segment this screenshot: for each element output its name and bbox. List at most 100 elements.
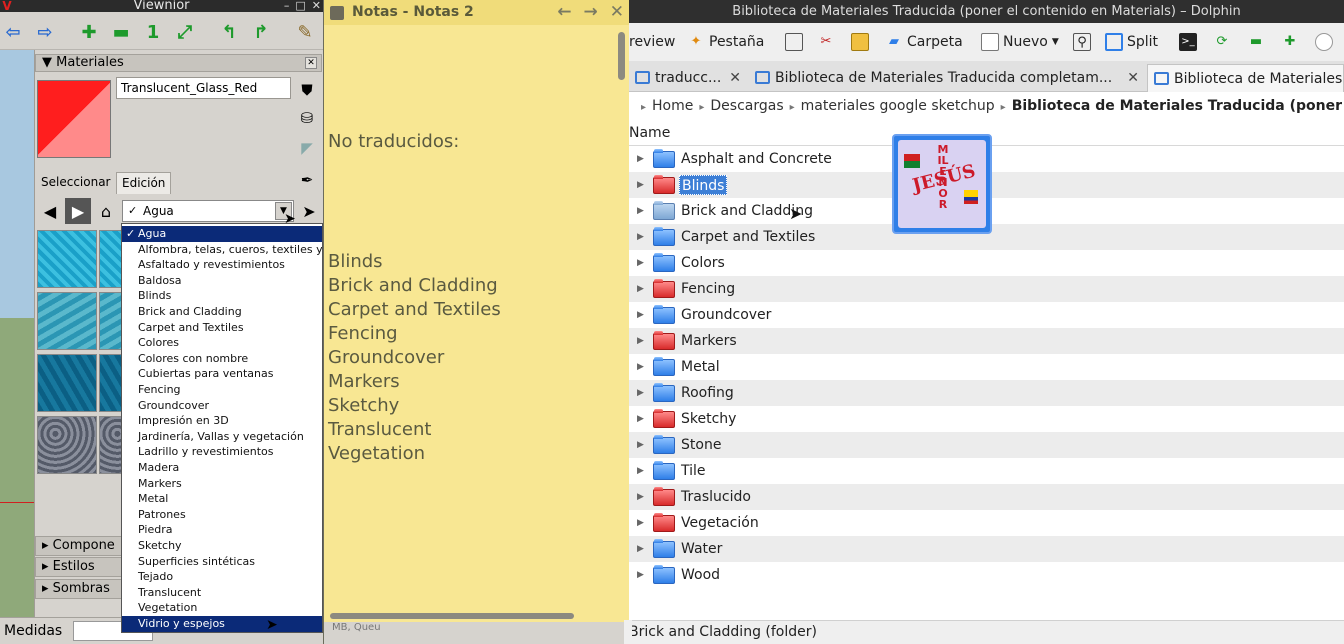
- previous-note-icon[interactable]: ←: [557, 0, 571, 25]
- actual-size-icon[interactable]: 1: [142, 21, 164, 43]
- close-tab-icon[interactable]: ✕: [1127, 64, 1139, 92]
- file-row[interactable]: ▶ Groundcover: [629, 302, 1344, 328]
- expand-arrow-icon[interactable]: ▶: [637, 198, 644, 224]
- file-row[interactable]: ▶ Tile: [629, 458, 1344, 484]
- expand-arrow-icon[interactable]: ▶: [637, 224, 644, 250]
- file-row[interactable]: ▶ Wood: [629, 562, 1344, 588]
- paint-bucket-icon[interactable]: ⛁: [295, 106, 319, 130]
- dropdown-item[interactable]: Colores: [122, 335, 322, 351]
- material-swatch[interactable]: [37, 80, 111, 158]
- tab-select[interactable]: Seleccionar: [36, 172, 115, 194]
- refresh-button[interactable]: ⟳: [1213, 31, 1231, 53]
- expand-arrow-icon[interactable]: ▶: [637, 172, 644, 198]
- dropdown-item[interactable]: Patrones: [122, 507, 322, 523]
- breadcrumb-item[interactable]: Home: [652, 98, 693, 114]
- dropdown-item[interactable]: Groundcover: [122, 398, 322, 414]
- file-row[interactable]: ▶ Colors: [629, 250, 1344, 276]
- expand-arrow-icon[interactable]: ▶: [637, 276, 644, 302]
- expand-arrow-icon[interactable]: ▶: [637, 406, 644, 432]
- expand-arrow-icon[interactable]: ▶: [637, 484, 644, 510]
- dropdown-item[interactable]: Blinds: [122, 288, 322, 304]
- edit-pencil-icon[interactable]: ✎: [294, 21, 316, 43]
- forward-arrow-icon[interactable]: ⇨: [34, 21, 56, 43]
- split-button[interactable]: Split: [1105, 31, 1158, 53]
- dropdown-item[interactable]: Vegetation: [122, 600, 322, 616]
- dropdown-item[interactable]: Superficies sintéticas: [122, 554, 322, 570]
- material-thumbnail[interactable]: [37, 354, 97, 412]
- expand-arrow-icon[interactable]: ▶: [637, 328, 644, 354]
- expand-arrow-icon[interactable]: ▶: [637, 432, 644, 458]
- file-row[interactable]: ▶ Vegetación: [629, 510, 1344, 536]
- dropdown-item[interactable]: Alfombra, telas, cueros, textiles y: [122, 242, 322, 258]
- tab-edit[interactable]: Edición: [116, 172, 172, 194]
- dropdown-item[interactable]: Metal: [122, 491, 322, 507]
- dropdown-item[interactable]: Madera: [122, 460, 322, 476]
- zoom-in-button[interactable]: ✚: [1281, 31, 1299, 53]
- tab-biblioteca-completa[interactable]: Biblioteca de Materiales Traducida compl…: [749, 64, 1145, 92]
- dropdown-item[interactable]: Jardinería, Vallas y vegetación: [122, 429, 322, 445]
- dropdown-item[interactable]: Asfaltado y revestimientos: [122, 257, 322, 273]
- new-folder-button[interactable]: ▰ Carpeta: [885, 31, 963, 53]
- dropdown-item[interactable]: Fencing: [122, 382, 322, 398]
- material-thumbnail[interactable]: [37, 292, 97, 350]
- dropdown-item[interactable]: Vidrio y espejos: [122, 616, 322, 632]
- new-menu-button[interactable]: Nuevo ▼: [981, 31, 1059, 53]
- preview-button[interactable]: review: [629, 31, 675, 53]
- fit-window-icon[interactable]: ⤢: [174, 21, 196, 43]
- tab-traducc[interactable]: traducc... ✕: [629, 64, 747, 92]
- cut-button[interactable]: ✂: [817, 31, 835, 53]
- find-button[interactable]: ⚲: [1073, 31, 1091, 53]
- dropdown-item[interactable]: Tejado: [122, 569, 322, 585]
- close-tab-icon[interactable]: ✕: [729, 64, 741, 92]
- dropdown-item[interactable]: Colores con nombre: [122, 351, 322, 367]
- breadcrumb-item[interactable]: Biblioteca de Materiales Traducida (pone…: [1012, 98, 1344, 114]
- rotate-left-icon[interactable]: ↰: [218, 21, 240, 43]
- scroll-thumb[interactable]: [618, 32, 625, 80]
- terminal-button[interactable]: >_: [1179, 31, 1197, 53]
- minimize-button[interactable]: –: [284, 0, 290, 12]
- panel-close-icon[interactable]: ✕: [305, 57, 317, 69]
- file-row[interactable]: ▶ Water: [629, 536, 1344, 562]
- file-row[interactable]: ▶ Markers: [629, 328, 1344, 354]
- paste-button[interactable]: [851, 31, 869, 53]
- dropdown-item[interactable]: Carpet and Textiles: [122, 320, 322, 336]
- split-view-icon-button[interactable]: [785, 31, 803, 53]
- dropdown-item[interactable]: Ladrillo y revestimientos: [122, 444, 322, 460]
- vertical-scrollbar[interactable]: [616, 30, 628, 610]
- materials-header[interactable]: ▼ Materiales ✕: [35, 54, 322, 72]
- expand-arrow-icon[interactable]: ▶: [637, 354, 644, 380]
- rotate-right-icon[interactable]: ↱: [250, 21, 272, 43]
- dropdown-item[interactable]: Baldosa: [122, 273, 322, 289]
- dropdown-item[interactable]: Markers: [122, 476, 322, 492]
- expand-arrow-icon[interactable]: ▶: [637, 146, 644, 172]
- file-row[interactable]: ▶ Traslucido: [629, 484, 1344, 510]
- close-button[interactable]: ✕: [312, 0, 321, 12]
- zoom-out-icon[interactable]: ▬: [110, 21, 132, 43]
- material-thumbnail[interactable]: [37, 230, 97, 288]
- dropdown-item[interactable]: Cubiertas para ventanas: [122, 366, 322, 382]
- library-dropdown-list[interactable]: ✓ Agua Alfombra, telas, cueros, textiles y…: [121, 223, 323, 633]
- back-arrow-icon[interactable]: ⇦: [2, 21, 24, 43]
- breadcrumb-item[interactable]: Descargas: [710, 98, 783, 114]
- dropdown-item[interactable]: Sketchy: [122, 538, 322, 554]
- zoom-out-button[interactable]: ▬: [1247, 31, 1265, 53]
- create-material-icon[interactable]: ⛊: [295, 78, 319, 102]
- dropdown-item[interactable]: Piedra: [122, 522, 322, 538]
- expand-arrow-icon[interactable]: ▶: [637, 536, 644, 562]
- maximize-button[interactable]: □: [295, 0, 305, 12]
- zoom-in-icon[interactable]: ✚: [78, 21, 100, 43]
- next-note-icon[interactable]: →: [584, 0, 598, 25]
- material-name-field[interactable]: Translucent_Glass_Red: [116, 77, 291, 99]
- overflow-button[interactable]: [1315, 31, 1333, 53]
- nav-back-icon[interactable]: ◀: [37, 198, 63, 224]
- notes-content[interactable]: No traducidos: Blinds Brick and Cladding C…: [328, 130, 608, 466]
- tab-biblioteca-active[interactable]: Biblioteca de Materiales: [1147, 64, 1344, 92]
- file-row[interactable]: ▶ Stone: [629, 432, 1344, 458]
- library-select[interactable]: ✓ Agua ▼: [122, 200, 294, 222]
- model-viewport[interactable]: [0, 50, 34, 644]
- details-arrow-icon[interactable]: ➤: [296, 198, 322, 224]
- dropdown-item[interactable]: Translucent: [122, 585, 322, 601]
- scroll-thumb[interactable]: [330, 613, 574, 619]
- dropdown-item[interactable]: ✓ Agua: [122, 226, 322, 242]
- file-row[interactable]: ▶ Metal: [629, 354, 1344, 380]
